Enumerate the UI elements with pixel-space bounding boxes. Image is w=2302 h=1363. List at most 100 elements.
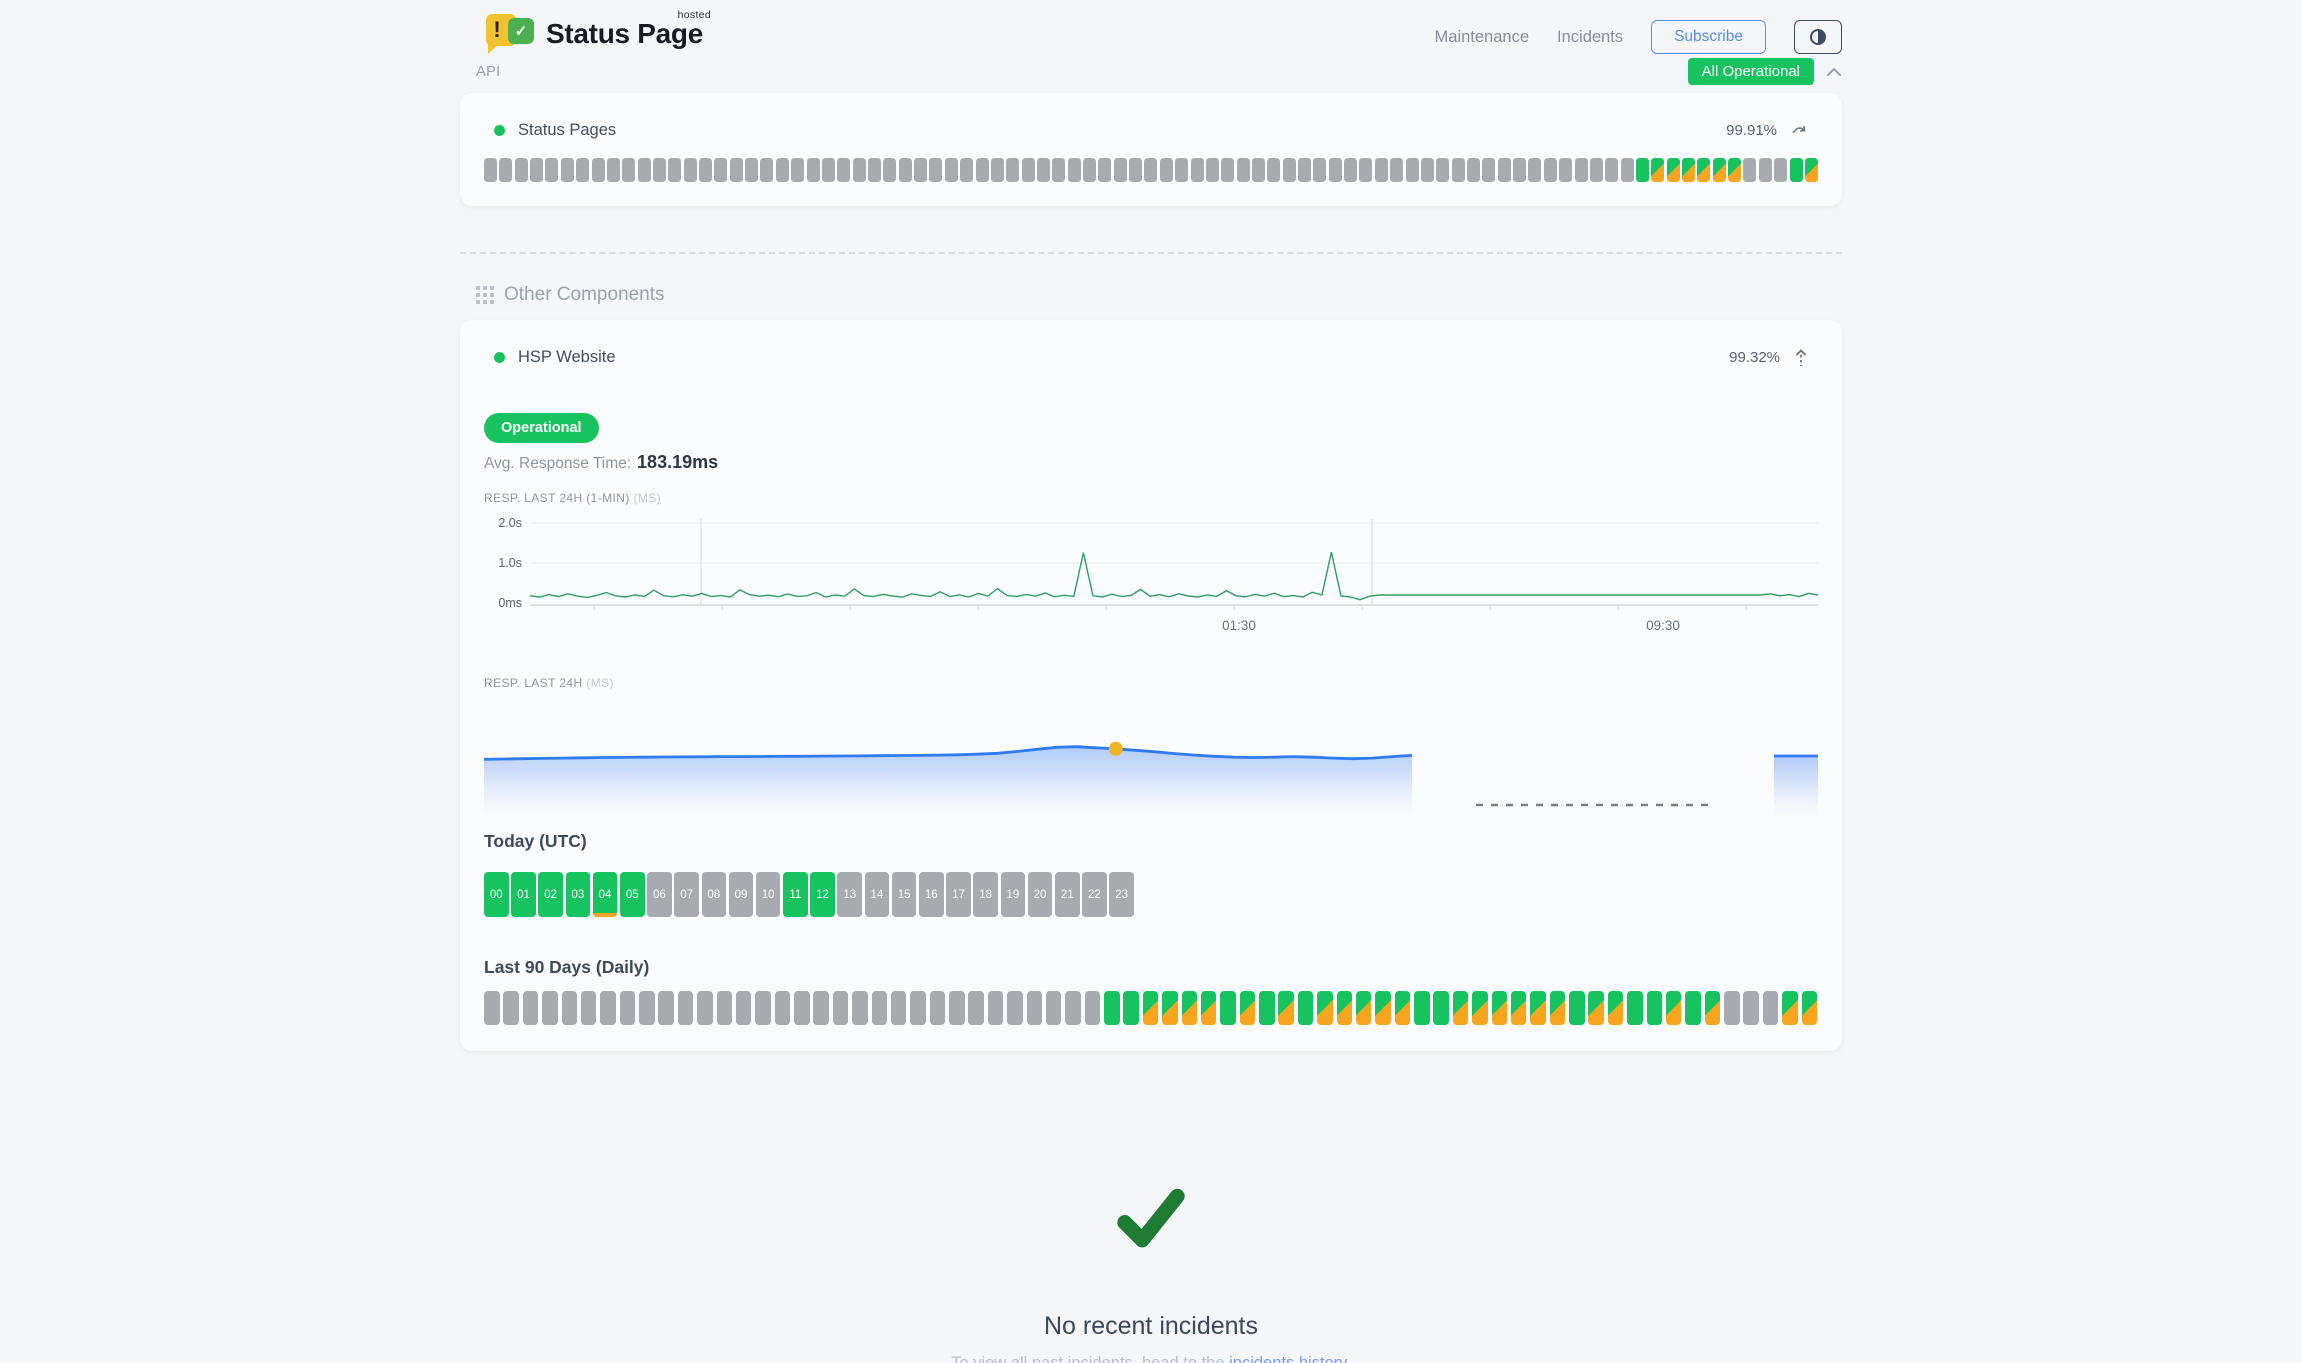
uptime-bar[interactable] [1123,991,1139,1025]
uptime-bar[interactable] [1065,991,1081,1025]
uptime-bar[interactable] [581,991,597,1025]
uptime-bar[interactable] [1697,158,1710,182]
uptime-bar[interactable] [1421,158,1434,182]
hour-block[interactable]: 10 [756,872,781,917]
uptime-bar[interactable] [1337,991,1353,1025]
uptime-bar[interactable] [1743,158,1756,182]
uptime-bar[interactable] [1588,991,1604,1025]
uptime-bar[interactable] [1482,158,1495,182]
uptime-bar[interactable] [1666,991,1682,1025]
uptime-bar[interactable] [484,158,497,182]
subscribe-button[interactable]: Subscribe [1651,20,1766,54]
uptime-bar[interactable] [1329,158,1342,182]
uptime-bar[interactable] [1544,158,1557,182]
uptime-bar[interactable] [1220,991,1236,1025]
hour-block[interactable]: 09 [729,872,754,917]
uptime-bar[interactable] [1530,991,1546,1025]
uptime-bar[interactable] [678,991,694,1025]
uptime-bar[interactable] [807,158,820,182]
uptime-bar[interactable] [1317,991,1333,1025]
refresh-icon[interactable] [1791,124,1808,138]
uptime-bar[interactable] [949,991,965,1025]
uptime-bar[interactable] [868,158,881,182]
uptime-bar[interactable] [607,158,620,182]
uptime-bar[interactable] [1713,158,1726,182]
uptime-bar[interactable] [813,991,829,1025]
uptime-bar[interactable] [542,991,558,1025]
uptime-bar[interactable] [822,158,835,182]
uptime-bar[interactable] [1104,991,1120,1025]
uptime-bar[interactable] [991,158,1004,182]
uptime-bar[interactable] [1143,991,1159,1025]
uptime-bar[interactable] [1774,158,1787,182]
uptime-bar[interactable] [1221,158,1234,182]
uptime-bar[interactable] [872,991,888,1025]
uptime-bar[interactable] [1406,158,1419,182]
uptime-bar[interactable] [1027,991,1043,1025]
uptime-bar[interactable] [668,158,681,182]
response-time-1min-chart[interactable]: 2.0s 1.0s 0ms 01:30 09:30 [484,513,1818,641]
uptime-bar[interactable] [1206,158,1219,182]
hour-block[interactable]: 22 [1082,872,1107,917]
uptime-bar[interactable] [1605,158,1618,182]
uptime-bar[interactable] [1759,158,1772,182]
uptime-bar[interactable] [1647,991,1663,1025]
uptime-bar[interactable] [1550,991,1566,1025]
uptime-bar[interactable] [1433,991,1449,1025]
uptime-bar[interactable] [684,158,697,182]
uptime-bar[interactable] [714,158,727,182]
incidents-history-link[interactable]: incidents history [1229,1354,1346,1363]
hour-block[interactable]: 18 [973,872,998,917]
uptime-bar[interactable] [1237,158,1250,182]
nav-incidents[interactable]: Incidents [1557,28,1623,47]
uptime-bar[interactable] [1805,158,1818,182]
hour-block[interactable]: 17 [946,872,971,917]
chevron-up-icon[interactable] [1826,67,1842,77]
uptime-bar[interactable] [576,158,589,182]
uptime-bar[interactable] [1144,158,1157,182]
uptime-bar[interactable] [755,991,771,1025]
hour-block[interactable]: 00 [484,872,509,917]
uptime-bar[interactable] [891,991,907,1025]
uptime-bar[interactable] [833,991,849,1025]
uptime-bar[interactable] [883,158,896,182]
uptime-bar[interactable] [1802,991,1818,1025]
uptime-bar[interactable] [1743,991,1759,1025]
uptime-bar[interactable] [1575,158,1588,182]
uptime-bar[interactable] [1667,158,1680,182]
uptime-bar[interactable] [960,158,973,182]
uptime-bar[interactable] [1283,158,1296,182]
uptime-bar[interactable] [1068,158,1081,182]
uptime-bar[interactable] [1201,991,1217,1025]
uptime-bar[interactable] [499,158,512,182]
uptime-bar[interactable] [1790,158,1803,182]
uptime-bar[interactable] [1114,158,1127,182]
hour-block[interactable]: 02 [538,872,563,917]
uptime-bar[interactable] [697,991,713,1025]
uptime-bar[interactable] [1414,991,1430,1025]
hour-block[interactable]: 03 [566,872,591,917]
response-time-24h-chart[interactable] [484,706,1818,818]
hour-block[interactable]: 20 [1028,872,1053,917]
uptime-bar[interactable] [1608,991,1624,1025]
uptime-bar[interactable] [968,991,984,1025]
uptime-bar[interactable] [1452,158,1465,182]
uptime-bar[interactable] [945,158,958,182]
uptime-bar[interactable] [1052,158,1065,182]
uptime-bar[interactable] [1007,991,1023,1025]
uptime-bar[interactable] [1472,991,1488,1025]
uptime-bar[interactable] [592,158,605,182]
hour-block[interactable]: 15 [892,872,917,917]
hour-block[interactable]: 05 [620,872,645,917]
uptime-bar[interactable] [1022,158,1035,182]
uptime-bar[interactable] [1083,158,1096,182]
uptime-bar[interactable] [1160,158,1173,182]
uptime-bar[interactable] [760,158,773,182]
hour-block[interactable]: 19 [1001,872,1026,917]
uptime-bar[interactable] [1375,991,1391,1025]
uptime-bar[interactable] [1085,991,1101,1025]
uptime-bar[interactable] [1175,158,1188,182]
data-point-marker[interactable] [1109,742,1123,756]
uptime-bar[interactable] [600,991,616,1025]
uptime-bar[interactable] [776,158,789,182]
